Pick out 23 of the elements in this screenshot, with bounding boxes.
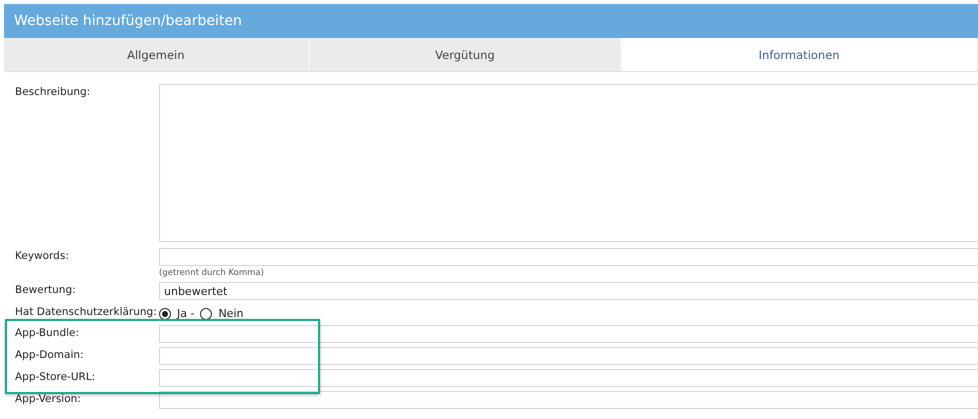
description-field[interactable]: [159, 84, 978, 242]
text-field[interactable]: [159, 391, 978, 409]
text-field[interactable]: unbewertet: [159, 282, 978, 300]
radio-button[interactable]: [200, 308, 212, 320]
text-field[interactable]: [159, 325, 978, 343]
text-field[interactable]: [159, 369, 978, 387]
radio-button[interactable]: [159, 308, 171, 320]
text-field[interactable]: [159, 347, 978, 365]
text-field[interactable]: [159, 248, 978, 266]
tab[interactable]: Allgemein: [4, 38, 310, 71]
field-label: Keywords:: [14, 249, 70, 264]
window-title: Webseite hinzufügen/bearbeiten: [4, 4, 978, 38]
radio-label: Ja -: [177, 307, 194, 320]
field-hint: (getrennt durch Komma): [159, 268, 265, 278]
field-label: App-Version:: [14, 392, 82, 407]
field-label: Bewertung:: [14, 283, 77, 298]
field-label: App-Bundle:: [14, 326, 80, 341]
field-label: Beschreibung:: [14, 85, 92, 100]
field-label: App-Store-URL:: [14, 370, 96, 385]
field-label: Hat Datenschutzerklärung:: [14, 305, 158, 320]
radio-label: Nein: [218, 307, 244, 320]
field-label: App-Domain:: [14, 348, 85, 363]
tab[interactable]: Vergütung: [310, 38, 622, 71]
